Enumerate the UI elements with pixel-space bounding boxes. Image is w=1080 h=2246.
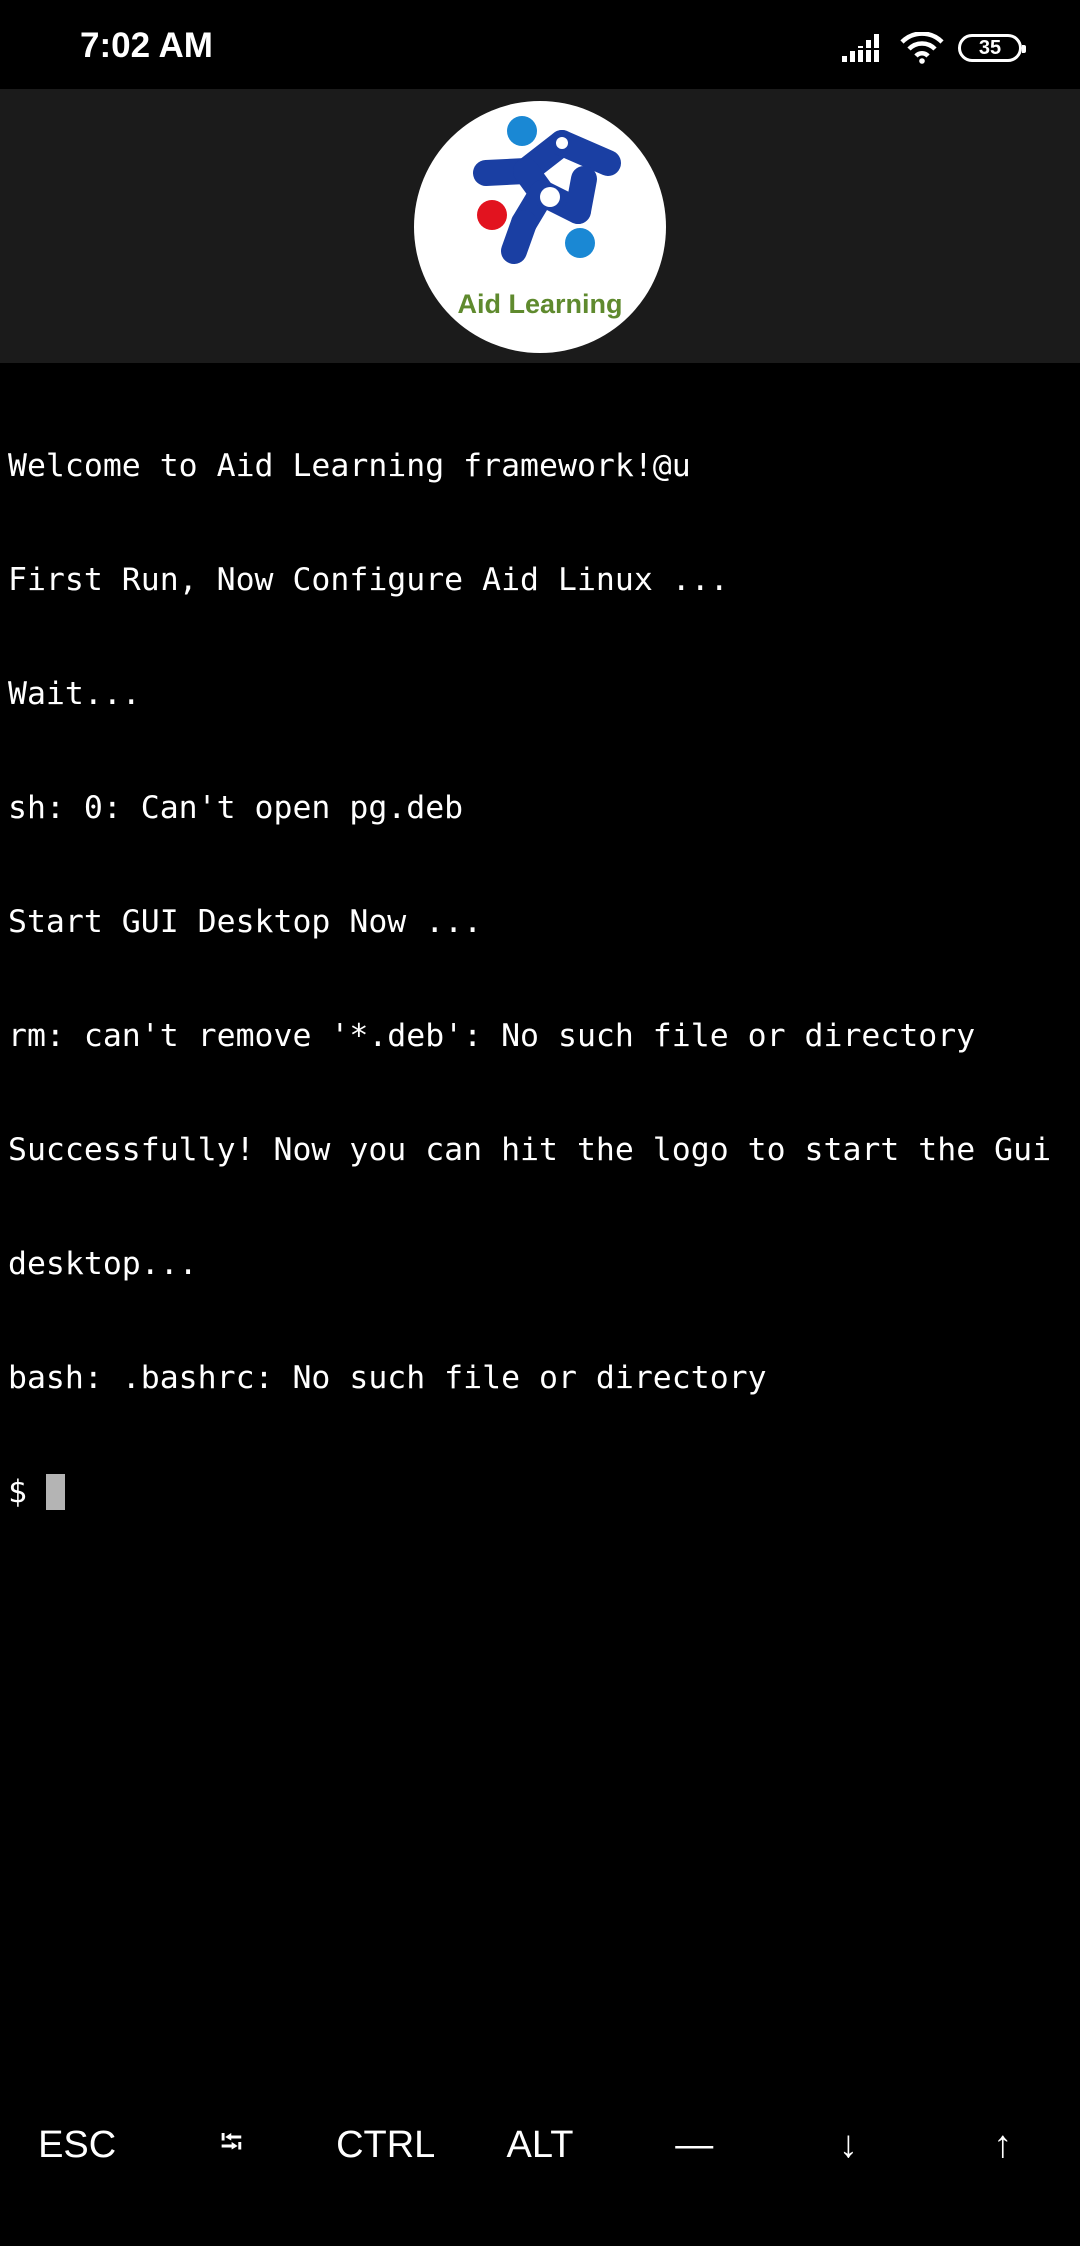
- text-cursor: [45, 1474, 65, 1510]
- battery-icon: 35: [958, 34, 1026, 62]
- terminal-line: bash: .bashrc: No such file or directory: [8, 1360, 767, 1396]
- logo-text: Aid Learning: [457, 289, 623, 319]
- status-icons: 35: [842, 28, 1026, 68]
- terminal-line: Wait...: [8, 676, 141, 712]
- prompt-symbol: $: [8, 1474, 27, 1510]
- terminal-line: desktop...: [8, 1246, 198, 1282]
- down-arrow-key[interactable]: ↓: [771, 2090, 925, 2200]
- cellular-signal-icon: [842, 34, 886, 62]
- terminal-line: Start GUI Desktop Now ...: [8, 904, 483, 940]
- wifi-icon: [900, 32, 944, 64]
- terminal-line: Successfully! Now you can hit the logo t…: [8, 1132, 1052, 1168]
- dash-key[interactable]: —: [617, 2090, 771, 2200]
- aid-learning-logo-button[interactable]: Aid Learning: [414, 101, 666, 353]
- tab-key[interactable]: ⭾: [154, 2090, 308, 2200]
- app-header: Aid Learning: [0, 89, 1080, 363]
- terminal-line: First Run, Now Configure Aid Linux ...: [8, 562, 729, 598]
- terminal-output: Welcome to Aid Learning framework!@u Fir…: [8, 371, 1072, 1587]
- terminal-line: sh: 0: Can't open pg.deb: [8, 790, 464, 826]
- terminal-line: Welcome to Aid Learning framework!@u: [8, 448, 691, 484]
- status-bar: 7:02 AM 35: [0, 0, 1080, 89]
- terminal-view[interactable]: Welcome to Aid Learning framework!@u Fir…: [0, 363, 1080, 2075]
- alt-key[interactable]: ALT: [463, 2090, 617, 2200]
- extra-keys-bar: ESC ⭾ CTRL ALT — ↓ ↑: [0, 2090, 1080, 2200]
- status-time: 7:02 AM: [80, 26, 213, 65]
- prompt-line[interactable]: $: [8, 1473, 1072, 1511]
- terminal-line: rm: can't remove '*.deb': No such file o…: [8, 1018, 976, 1054]
- ctrl-key[interactable]: CTRL: [309, 2090, 463, 2200]
- up-arrow-key[interactable]: ↑: [926, 2090, 1080, 2200]
- esc-key[interactable]: ESC: [0, 2090, 154, 2200]
- battery-level: 35: [978, 37, 1002, 59]
